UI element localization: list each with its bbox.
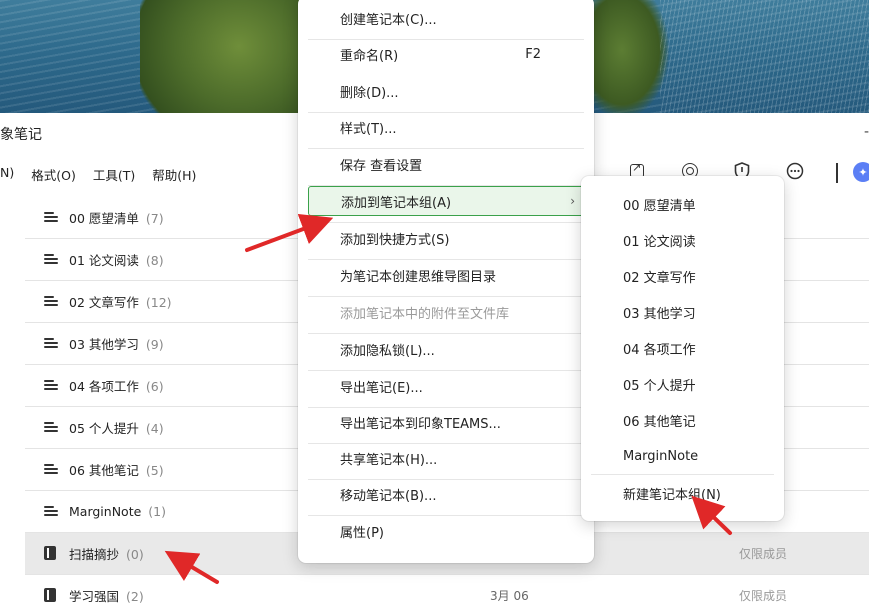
notebook-name: MarginNote (1) <box>69 504 167 519</box>
chevron-right-icon: › <box>570 194 575 208</box>
notebook-name: 学习强国 (2) <box>69 589 144 604</box>
banner-glitter <box>660 0 869 113</box>
notebook-name: 04 各项工作 (6) <box>69 379 164 394</box>
notebook-name: 02 文章写作 (12) <box>69 295 172 310</box>
notebook-access: 仅限成员 <box>739 589 788 603</box>
notebook-group-submenu: 00 愿望清单 01 论文阅读 02 文章写作 03 其他学习 04 各项工作 05 个人… <box>581 176 784 521</box>
menu-separator <box>308 185 584 186</box>
notebook-icon <box>44 588 56 603</box>
notebook-note-count: (2) <box>126 589 144 604</box>
submenu-group-item[interactable]: 04 各项工作 <box>591 333 774 363</box>
context-menu-item[interactable]: 导出笔记本到印象TEAMS... <box>308 407 584 437</box>
window-minimize-button[interactable]: - <box>864 124 869 140</box>
notebook-note-count: (9) <box>145 337 164 352</box>
notebook-name: 06 其他笔记 (5) <box>69 463 164 478</box>
menu-help[interactable]: 帮助(H) <box>152 165 196 184</box>
menu-separator <box>308 296 584 297</box>
notebook-row[interactable]: 学习强国 (2) 3月 06 仅限成员 <box>25 575 869 604</box>
menu-shortcut: F2 <box>525 46 541 62</box>
submenu-group-item[interactable]: 02 文章写作 <box>591 261 774 291</box>
menu-separator <box>308 333 584 334</box>
submenu-group-item[interactable]: 03 其他学习 <box>591 297 774 327</box>
notebook-stack-icon <box>44 295 58 307</box>
notebook-access: 仅限成员 <box>739 547 788 561</box>
notebook-date: 3月 06 <box>490 589 529 603</box>
context-menu-item[interactable]: 删除(D)... <box>308 76 584 106</box>
menu-separator <box>308 39 584 40</box>
submenu-group-item[interactable]: 00 愿望清单 <box>591 189 774 219</box>
menu-separator <box>308 222 584 223</box>
ai-assistant-icon[interactable]: ✦ <box>853 162 869 182</box>
notebook-stack-icon <box>44 211 58 223</box>
context-menu-item: 添加笔记本中的附件至文件库 <box>340 306 510 322</box>
notebook-note-count: (4) <box>145 421 164 436</box>
notebook-stack-icon <box>44 253 58 265</box>
banner-cliff <box>590 0 670 113</box>
notebook-icon <box>44 546 56 561</box>
notebook-note-count: (7) <box>145 211 164 226</box>
submenu-group-item[interactable]: 06 其他笔记 <box>591 405 774 435</box>
notebook-stack-icon <box>44 505 58 517</box>
menu-separator <box>308 259 584 260</box>
context-menu-item[interactable]: 保存 查看设置 <box>308 149 584 179</box>
notebook-stack-icon <box>44 421 58 433</box>
menu-separator <box>308 479 584 480</box>
notebook-stack-icon <box>44 337 58 349</box>
context-menu-item[interactable]: 添加隐私锁(L)... <box>308 334 584 364</box>
menu-format[interactable]: 格式(O) <box>31 165 76 184</box>
new-notebook-group-item[interactable]: 新建笔记本组(N) <box>591 478 774 508</box>
submenu-group-item[interactable]: 05 个人提升 <box>591 369 774 399</box>
context-menu-item[interactable]: 重命名(R) F2 <box>308 39 584 69</box>
notebook-note-count: (8) <box>145 253 164 268</box>
notebook-context-menu: 创建笔记本(C)... 重命名(R) F2 删除(D)... 样式(T)... 保存 查看… <box>298 0 594 563</box>
context-menu-item[interactable]: 添加到笔记本组(A) › <box>308 186 584 216</box>
notebook-name: 00 愿望清单 (7) <box>69 211 164 226</box>
banner-island <box>140 0 320 113</box>
context-menu-item[interactable]: 属性(P) <box>308 516 584 546</box>
more-icon[interactable] <box>784 160 806 182</box>
notebook-note-count: (5) <box>145 463 164 478</box>
context-menu-item[interactable]: 共享笔记本(H)... <box>308 443 584 473</box>
menu-separator <box>308 370 584 371</box>
menu-separator <box>308 148 584 149</box>
context-menu-item[interactable]: 添加到快捷方式(S) <box>308 223 584 253</box>
submenu-group-item[interactable]: 01 论文阅读 <box>591 225 774 255</box>
menu-bar: N) 格式(O) 工具(T) 帮助(H) <box>0 165 213 184</box>
menu-separator <box>308 443 584 444</box>
notebook-name: 05 个人提升 (4) <box>69 421 164 436</box>
notebook-name: 01 论文阅读 (8) <box>69 253 164 268</box>
notebook-note-count: (12) <box>145 295 172 310</box>
app-title: 象笔记 <box>0 127 42 143</box>
menu-separator <box>308 112 584 113</box>
context-menu-item[interactable]: 导出笔记(E)... <box>308 371 584 401</box>
notebook-name: 扫描摘抄 (0) <box>69 547 144 562</box>
menu-tools[interactable]: 工具(T) <box>93 165 135 184</box>
notebook-name: 03 其他学习 (9) <box>69 337 164 352</box>
context-menu-item[interactable]: 为笔记本创建思维导图目录 <box>308 260 584 290</box>
context-menu-item[interactable]: 创建笔记本(C)... <box>308 3 584 33</box>
notebook-note-count: (6) <box>145 379 164 394</box>
context-menu-item[interactable]: 样式(T)... <box>308 112 584 142</box>
menu-separator <box>308 407 584 408</box>
notebook-note-count: (0) <box>126 547 144 562</box>
notebook-stack-icon <box>44 379 58 391</box>
menu-separator <box>308 515 584 516</box>
notebook-stack-icon <box>44 463 58 475</box>
submenu-group-item[interactable]: MarginNote <box>591 441 774 471</box>
notebook-note-count: (1) <box>148 504 167 519</box>
menu-separator <box>591 474 774 475</box>
context-menu-item[interactable]: 移动笔记本(B)... <box>308 479 584 509</box>
menu-partial[interactable]: N) <box>0 165 14 184</box>
toolbar-divider <box>836 163 838 183</box>
